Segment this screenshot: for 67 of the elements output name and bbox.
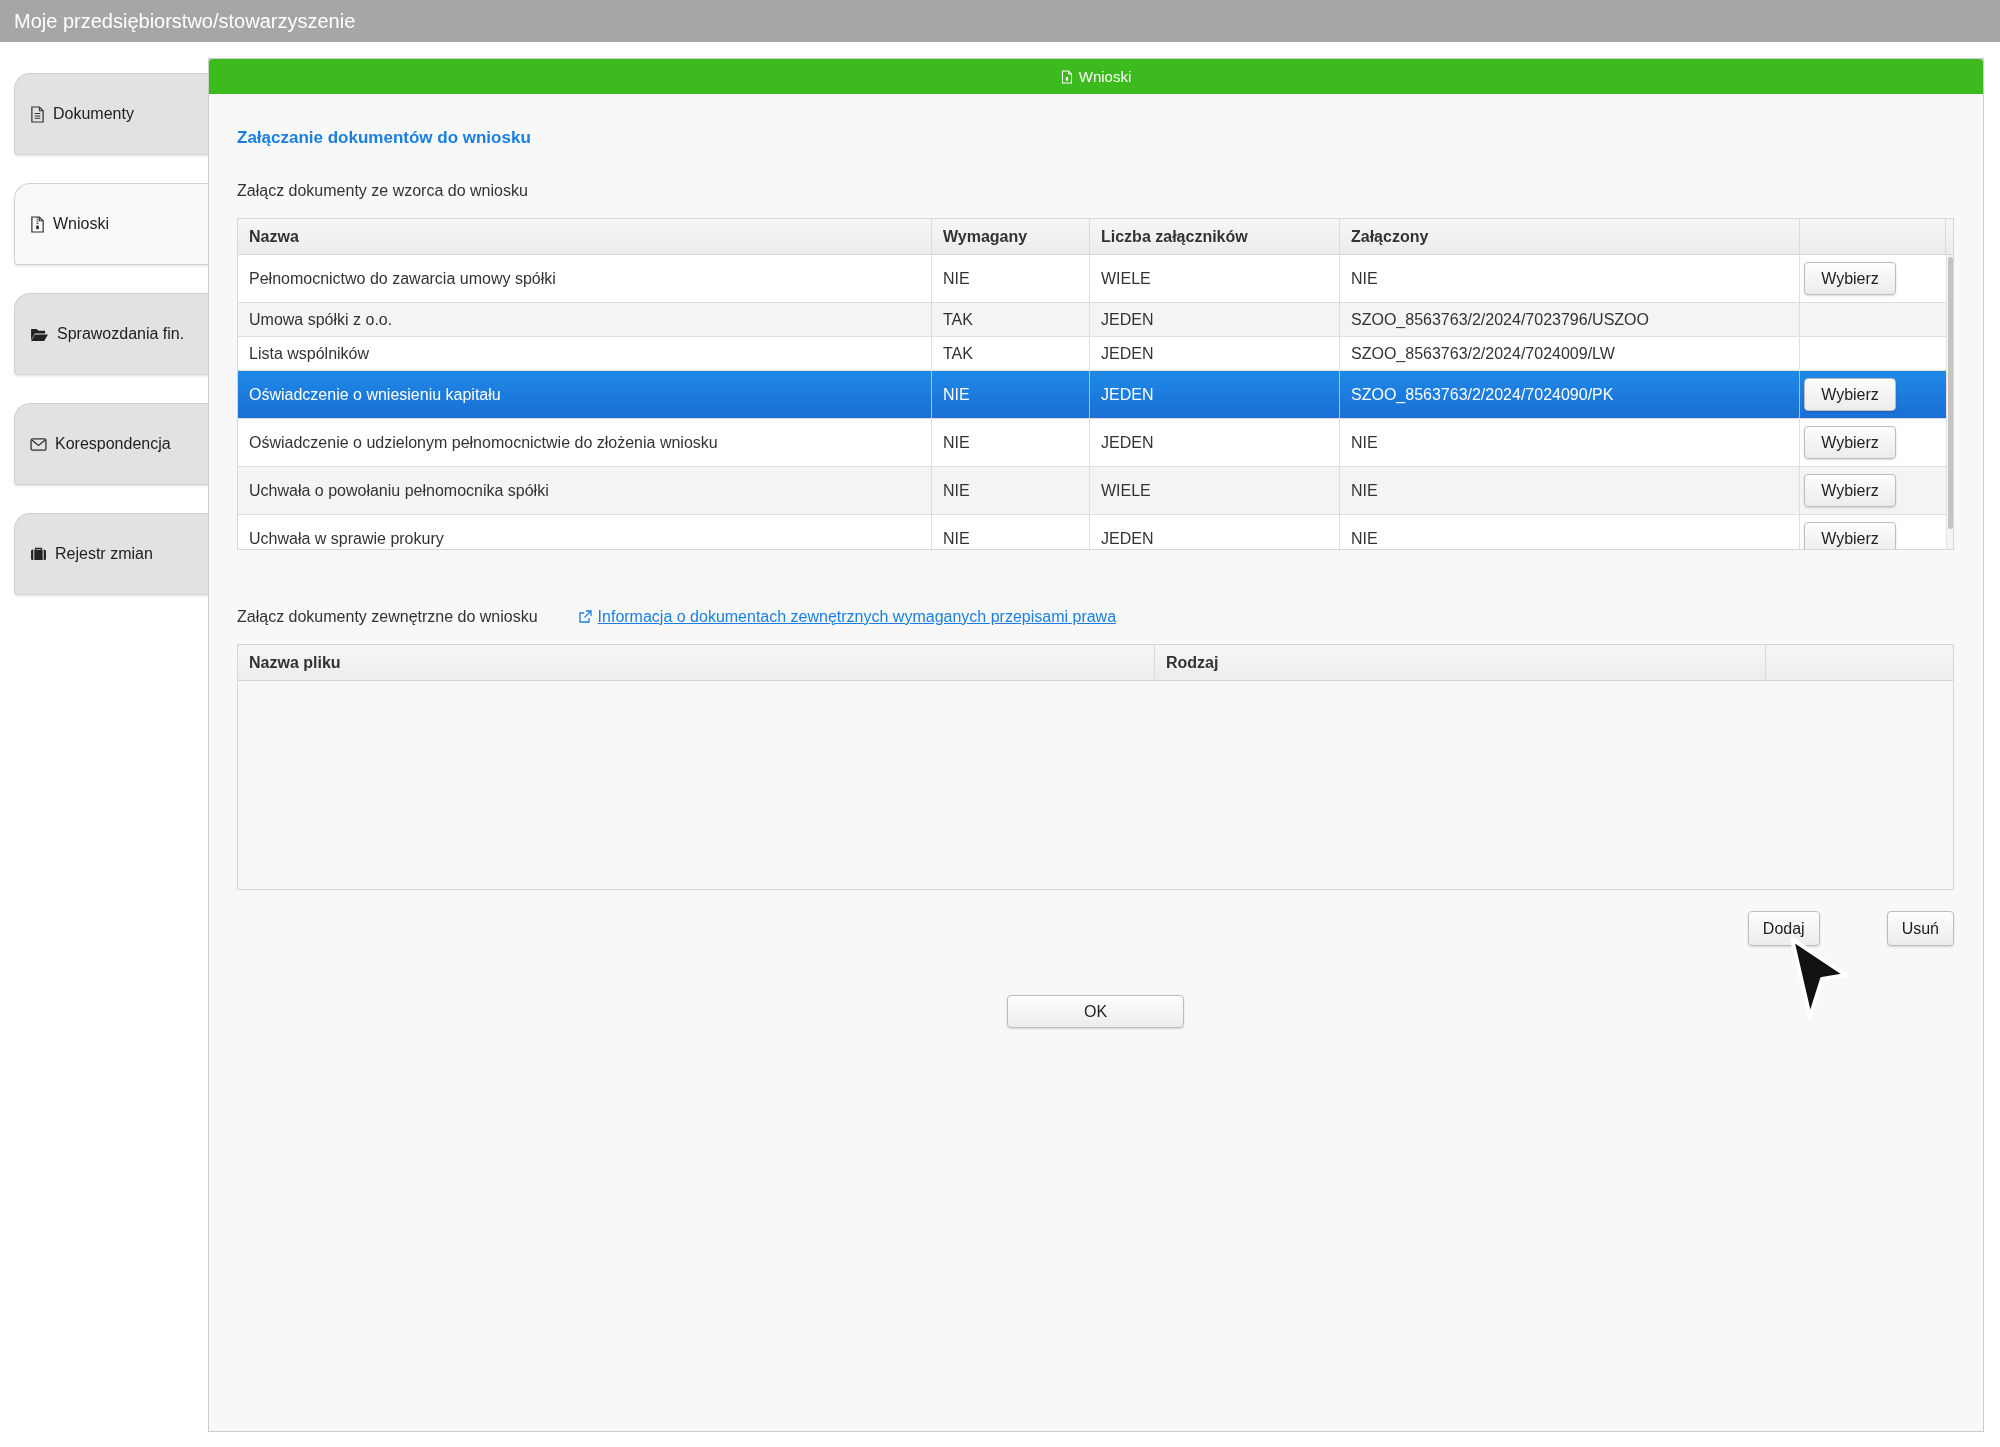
section-heading: Załączanie dokumentów do wniosku <box>237 128 531 148</box>
table-cell: SZOO_8563763/2/2024/7023796/USZOO <box>1351 310 1649 329</box>
zip-document-icon <box>30 215 45 233</box>
table-cell: NIE <box>943 269 970 288</box>
document-icon <box>30 105 45 123</box>
zip-document-icon <box>1060 69 1073 84</box>
table-cell: TAK <box>943 344 973 363</box>
section-label: Załącz dokumenty ze wzorca do wniosku <box>237 182 528 200</box>
folder-icon <box>30 326 49 342</box>
table-cell: NIE <box>1351 481 1378 500</box>
table-cell: Oświadczenie o udzielonym pełnomocnictwie do złożenia wniosku <box>249 433 718 452</box>
choose-button[interactable]: Wybierz <box>1804 262 1896 295</box>
table-cell: JEDEN <box>1101 385 1154 404</box>
table-cell: JEDEN <box>1101 344 1154 363</box>
column-header: Rodzaj <box>1155 645 1766 680</box>
briefcase-icon <box>30 547 47 561</box>
table-row[interactable]: Oświadczenie o wniesieniu kapitału NIE JEDEN SZOO_8563763/2/2024/7024090/PK Wybierz <box>238 371 1946 419</box>
window-title: Moje przedsiębiorstwo/stowarzyszenie <box>14 9 356 33</box>
sidebar-tab[interactable]: Sprawozdania fin. <box>14 293 208 375</box>
table-row[interactable]: Umowa spółki z o.o. TAK JEDEN SZOO_8563763/2/2024/7023796/USZOO <box>238 303 1946 337</box>
table-cell: JEDEN <box>1101 529 1154 548</box>
column-header: Liczba załączników <box>1090 219 1340 254</box>
table-cell: NIE <box>1351 433 1378 452</box>
table-cell: NIE <box>1351 529 1378 548</box>
sidebar-tab[interactable]: Wnioski <box>14 183 208 265</box>
table-cell: WIELE <box>1101 481 1151 500</box>
table-row[interactable]: Uchwała o powołaniu pełnomocnika spółki NIE WIELE NIE Wybierz <box>238 467 1946 515</box>
table-row[interactable]: Pełnomocnictwo do zawarcia umowy spółki NIE WIELE NIE Wybierz <box>238 255 1946 303</box>
external-link-icon <box>577 610 592 624</box>
choose-button[interactable]: Wybierz <box>1804 474 1896 507</box>
table-cell: Umowa spółki z o.o. <box>249 310 393 329</box>
table-cell: SZOO_8563763/2/2024/7024090/PK <box>1351 385 1614 404</box>
table-cell: NIE <box>943 385 970 404</box>
table-cell: JEDEN <box>1101 310 1154 329</box>
table-cell: Lista wspólników <box>249 344 370 363</box>
table-cell: NIE <box>943 481 970 500</box>
section-label: Załącz dokumenty zewnętrzne do wniosku <box>237 608 538 626</box>
column-header: Nazwa <box>238 219 932 254</box>
table-cell: TAK <box>943 310 973 329</box>
info-link[interactable]: Informacja o dokumentach zewnętrznych wymaganych przepisami prawa <box>577 608 1117 626</box>
choose-button[interactable]: Wybierz <box>1804 522 1896 549</box>
table-cell: NIE <box>943 529 970 548</box>
choose-button[interactable]: Wybierz <box>1804 378 1896 411</box>
table-cell: Pełnomocnictwo do zawarcia umowy spółki <box>249 269 556 288</box>
table-cell: Uchwała o powołaniu pełnomocnika spółki <box>249 481 549 500</box>
table-cell: Uchwała w sprawie prokury <box>249 529 444 548</box>
table-row[interactable]: Oświadczenie o udzielonym pełnomocnictwie do złożenia wniosku NIE JEDEN NIE Wybierz <box>238 419 1946 467</box>
choose-button[interactable]: Wybierz <box>1804 426 1896 459</box>
scrollbar[interactable] <box>1946 255 1953 549</box>
remove-button[interactable]: Usuń <box>1886 911 1954 946</box>
ok-button[interactable]: OK <box>1007 995 1184 1028</box>
table-cell: WIELE <box>1101 269 1151 288</box>
table-cell: SZOO_8563763/2/2024/7024009/LW <box>1351 344 1615 363</box>
table-cell: Oświadczenie o wniesieniu kapitału <box>249 385 501 404</box>
table-cell: JEDEN <box>1101 433 1154 452</box>
table-row[interactable]: Lista wspólników TAK JEDEN SZOO_8563763/2/2024/7024009/LW <box>238 337 1946 371</box>
table-cell: NIE <box>1351 269 1378 288</box>
column-header: Załączony <box>1340 219 1800 254</box>
column-header: Nazwa pliku <box>238 645 1155 680</box>
column-header: Wymagany <box>932 219 1090 254</box>
envelope-icon <box>30 437 47 451</box>
sidebar-tab[interactable]: Rejestr zmian <box>14 513 208 595</box>
add-button[interactable]: Dodaj <box>1747 911 1820 946</box>
table-cell: NIE <box>943 433 970 452</box>
sidebar-tab[interactable]: Korespondencja <box>14 403 208 485</box>
sidebar-tab[interactable]: Dokumenty <box>14 73 208 155</box>
panel-title: Wnioski <box>1078 68 1132 85</box>
